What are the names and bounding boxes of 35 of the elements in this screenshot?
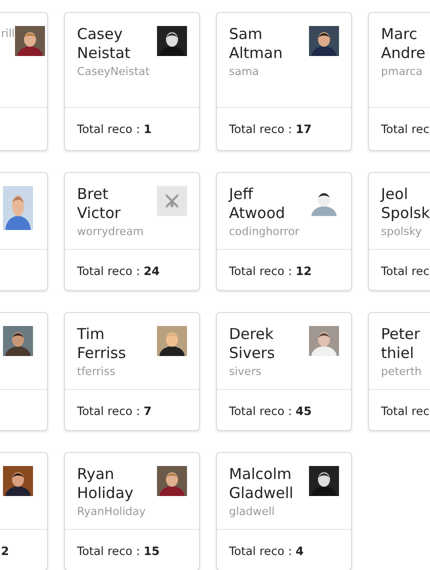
person-name: Malcolm Gladwell	[229, 465, 294, 503]
person-name: Sam Altman	[229, 25, 284, 63]
person-name: Derek Sivers	[229, 325, 276, 363]
total-count: Total reco : 45	[229, 404, 312, 418]
total-count: 2	[1, 544, 10, 558]
total-count: Total reco : 7	[77, 404, 152, 418]
total-count: Total reco : 4	[229, 544, 304, 558]
username: worrydream	[77, 225, 144, 238]
username: codinghorror	[229, 225, 300, 238]
person-name: Ryan Holiday	[77, 465, 134, 503]
total-count: Total reco : 12	[229, 264, 312, 278]
total-count: Total rec	[381, 122, 430, 136]
total-count: Total reco : 1	[77, 122, 152, 136]
person-name: Tim Ferriss	[77, 325, 127, 363]
username: RyanHoliday	[77, 505, 146, 518]
person-name: Peter thiel	[381, 325, 422, 363]
username: pmarca	[381, 65, 423, 78]
total-count: Total rec	[381, 404, 430, 418]
username: gladwell	[229, 505, 275, 518]
person-name: Jeff Atwood	[229, 185, 286, 223]
total-count: Total reco : 17	[229, 122, 312, 136]
total-count: Total rec	[381, 264, 430, 278]
username: tferriss	[77, 365, 116, 378]
person-name: Bret Victor	[77, 185, 122, 223]
username: CaseyNeistat	[77, 65, 150, 78]
total-count: Total reco : 24	[77, 264, 160, 278]
person-name: Casey Neistat	[77, 25, 132, 63]
username: sivers	[229, 365, 262, 378]
username: rill	[1, 27, 15, 40]
username: spolsky	[381, 225, 422, 238]
person-name: Marc Andre	[381, 25, 426, 63]
username: peterth	[381, 365, 422, 378]
person-name: Jeol Spolsk	[381, 185, 430, 223]
username: sama	[229, 65, 259, 78]
total-count: Total reco : 15	[77, 544, 160, 558]
